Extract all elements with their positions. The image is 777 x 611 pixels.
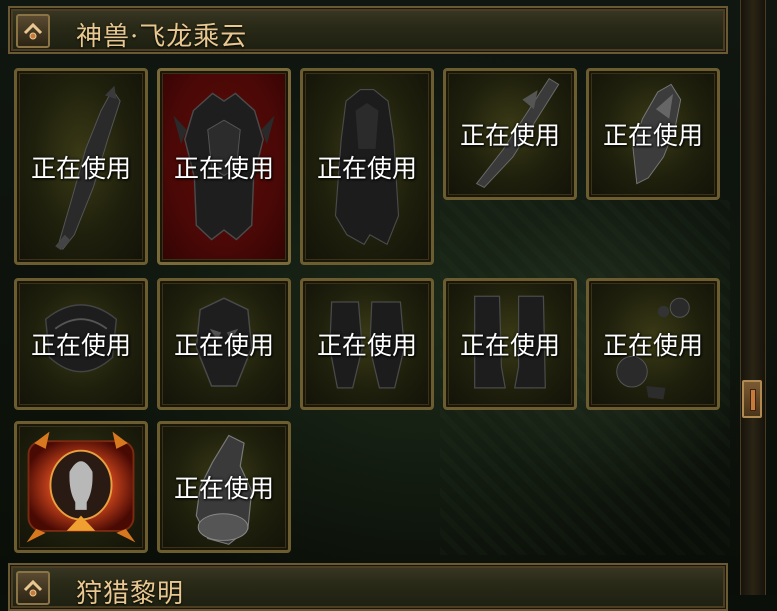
equipment-slot[interactable]: 正在使用 (300, 278, 434, 410)
status-label: 正在使用 (173, 474, 274, 503)
collapse-icon (23, 22, 43, 40)
equipment-slot[interactable]: 正在使用 (586, 278, 720, 410)
equipment-slot[interactable]: 正在使用 (157, 421, 291, 553)
equipment-slot[interactable]: 正在使用 (586, 68, 720, 200)
equipment-slot[interactable]: 正在使用 (14, 278, 148, 410)
status-label: 正在使用 (173, 331, 274, 360)
status-label: 正在使用 (602, 121, 703, 150)
section-header-dragon[interactable]: 神兽·飞龙乘云 (8, 6, 728, 54)
equipment-slot[interactable]: 正在使用 (14, 68, 148, 265)
equipment-slot[interactable] (14, 421, 148, 553)
status-label: 正在使用 (173, 153, 274, 183)
section-header-hunting[interactable]: 狩猎黎明 (8, 563, 728, 611)
status-label: 正在使用 (459, 331, 560, 360)
avatar-frame-icon (26, 431, 136, 543)
status-label: 正在使用 (30, 331, 131, 360)
scrollbar-track[interactable] (740, 0, 766, 595)
equipment-slot-selected[interactable]: 正在使用 (157, 68, 291, 265)
section-title: 神兽·飞龙乘云 (76, 22, 248, 52)
equipment-slot[interactable]: 正在使用 (157, 278, 291, 410)
status-label: 正在使用 (316, 153, 417, 183)
section-title: 狩猎黎明 (76, 579, 185, 609)
equipment-slot[interactable]: 正在使用 (300, 68, 434, 265)
collapse-icon (23, 579, 43, 597)
collapse-button[interactable] (16, 14, 50, 48)
status-label: 正在使用 (602, 331, 703, 360)
status-label: 正在使用 (30, 153, 131, 183)
collapse-button[interactable] (16, 571, 50, 605)
equipment-slot[interactable]: 正在使用 (443, 278, 577, 410)
equipment-slot[interactable]: 正在使用 (443, 68, 577, 200)
status-label: 正在使用 (459, 121, 560, 150)
scrollbar-thumb[interactable] (742, 380, 762, 418)
status-label: 正在使用 (316, 331, 417, 360)
